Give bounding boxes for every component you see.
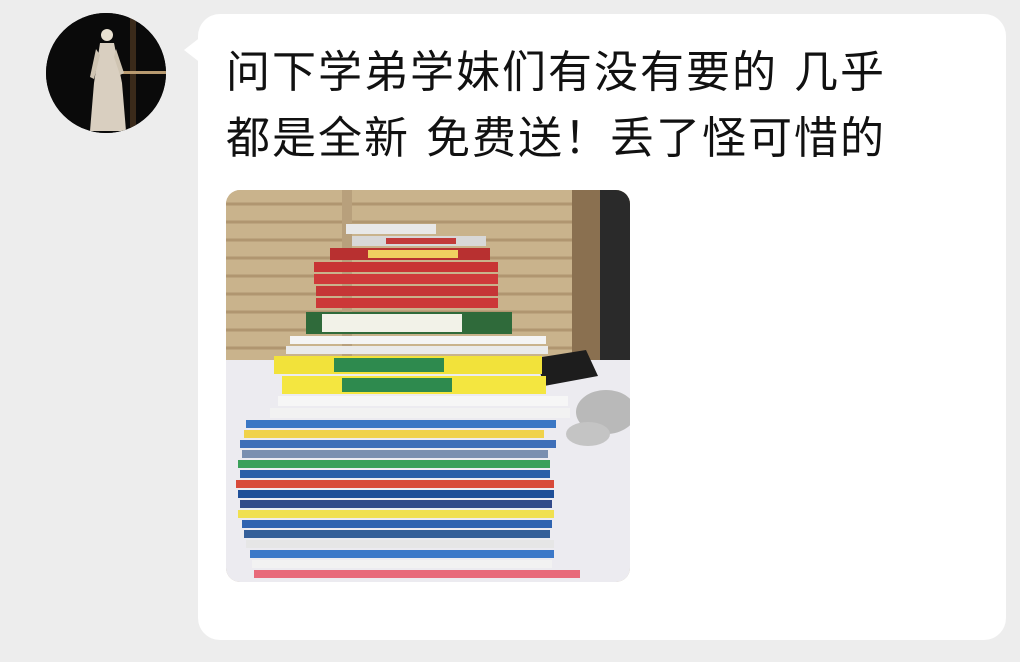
message-photo[interactable] bbox=[226, 190, 630, 582]
message-bubble[interactable]: 问下学弟学妹们有没有要的 几乎 都是全新 免费送！丢了怪可惜的 bbox=[198, 14, 1006, 640]
message-text: 问下学弟学妹们有没有要的 几乎 都是全新 免费送！丢了怪可惜的 bbox=[226, 47, 886, 164]
book-stack-image bbox=[226, 190, 630, 582]
sender-avatar[interactable] bbox=[46, 13, 166, 133]
